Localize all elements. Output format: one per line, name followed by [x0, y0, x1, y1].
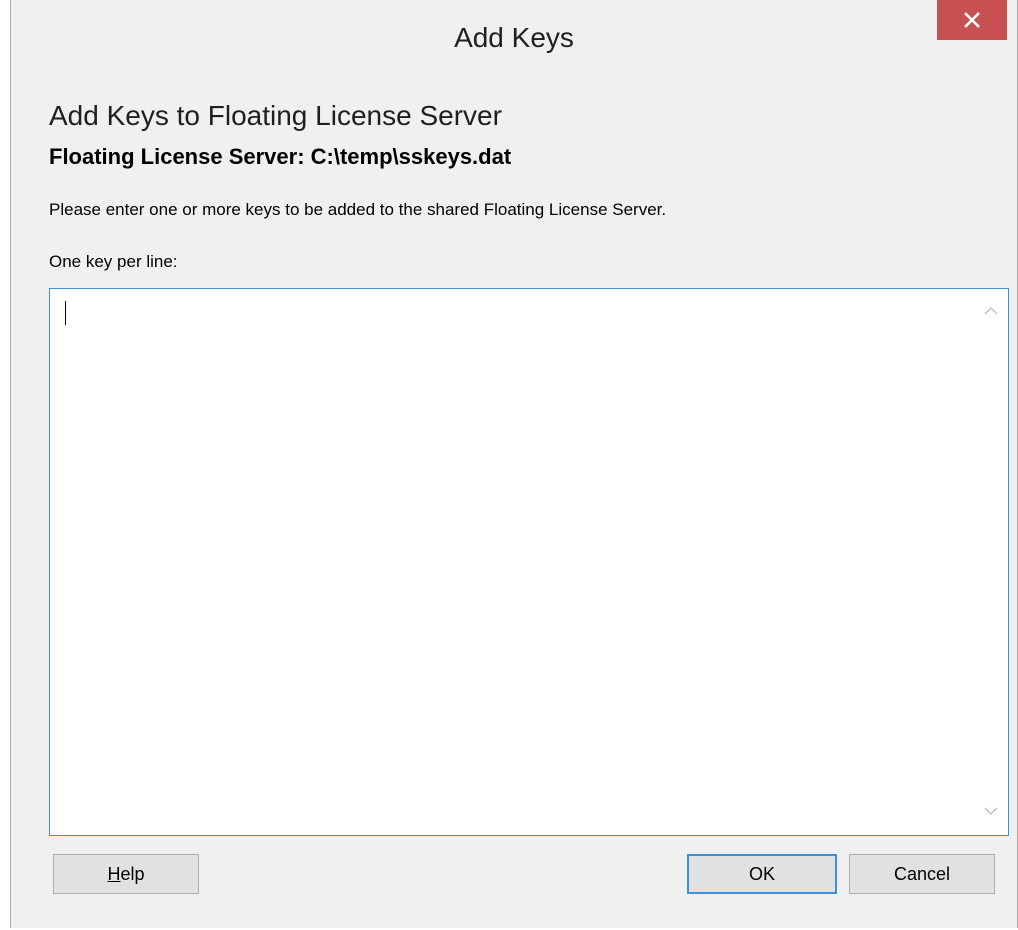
cancel-button[interactable]: Cancel — [849, 854, 995, 894]
add-keys-dialog: Add Keys Add Keys to Floating License Se… — [10, 0, 1018, 928]
text-caret — [65, 301, 66, 325]
scroll-down-button[interactable] — [974, 795, 1008, 829]
close-icon — [964, 12, 980, 28]
close-button[interactable] — [937, 0, 1007, 40]
help-mnemonic: H — [107, 863, 121, 884]
vertical-scrollbar[interactable] — [974, 289, 1008, 835]
scroll-up-button[interactable] — [974, 295, 1008, 329]
keys-input-label: One key per line: — [49, 252, 178, 271]
dialog-heading: Add Keys to Floating License Server — [49, 100, 502, 131]
chevron-down-icon — [984, 803, 998, 821]
server-path-label: Floating License Server: C:\temp\sskeys.… — [49, 144, 512, 169]
window-title: Add Keys — [454, 22, 574, 53]
help-button[interactable]: Help — [53, 854, 199, 894]
keys-textarea[interactable] — [49, 288, 1009, 836]
ok-button[interactable]: OK — [687, 854, 837, 894]
dialog-body: Add Keys to Floating License Server Floa… — [11, 86, 1017, 928]
instructions-text: Please enter one or more keys to be adde… — [49, 200, 667, 219]
help-button-label: elp — [120, 863, 145, 884]
chevron-up-icon — [984, 303, 998, 321]
title-bar[interactable]: Add Keys — [11, 0, 1017, 86]
